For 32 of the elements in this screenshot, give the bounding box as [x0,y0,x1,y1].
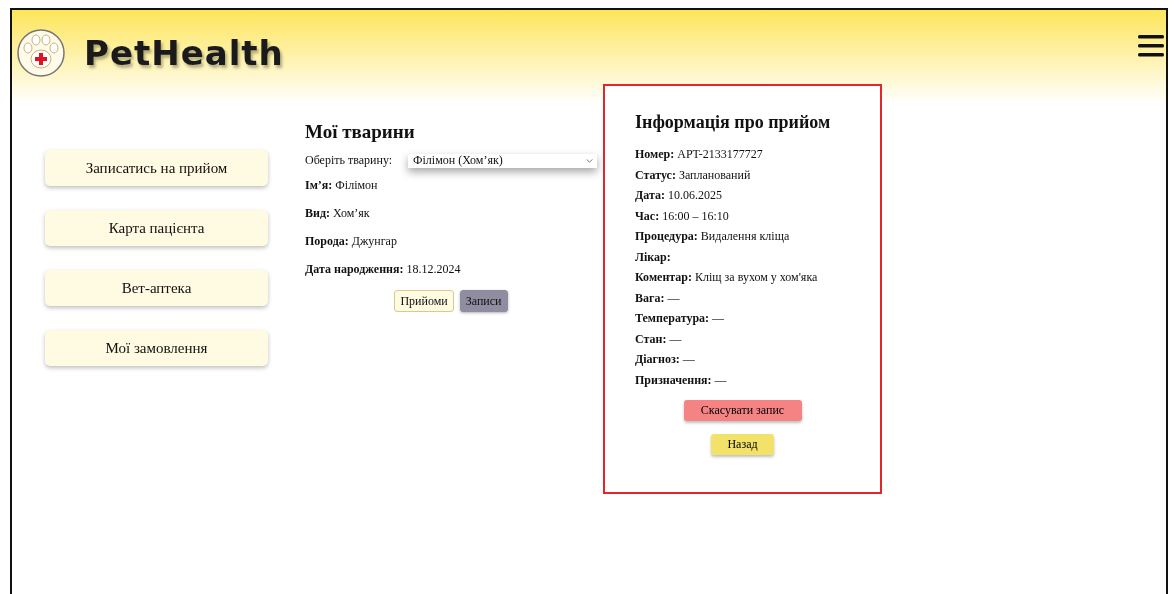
appointment-detail: Коментар: Кліщ за вухом у хом'яка [635,270,819,285]
cancel-button[interactable]: Скасувати запис [683,399,802,421]
appointment-detail: Стан: — [635,331,683,347]
pet-detail: Вид: Хом’як [305,206,371,221]
panel-title: Інформація про прийом [635,112,832,133]
sidebar-button[interactable]: Вет-аптека [45,270,268,306]
pet-detail: Порода: Джунгар [305,234,398,249]
sidebar-button[interactable]: Карта пацієнта [45,210,268,246]
appointment-detail: Час: 16:00 – 16:10 [635,208,730,224]
appointment-detail: Номер: APT-2133177727 [635,147,764,162]
sidebar-button[interactable]: Мої замовлення [45,330,268,366]
tab[interactable]: Прийоми [394,290,454,312]
appointment-detail: Вага: — [635,290,681,306]
logo-text: PetHealth [84,36,284,70]
menu-icon[interactable] [1138,35,1164,57]
pet-detail: Ім’я: Філімон [305,178,379,193]
paw-logo-icon [16,28,66,78]
select-label: Оберіть тварину: [305,153,393,168]
sidebar-button[interactable]: Записатись на прийом [45,150,268,186]
appointment-detail: Дата: 10.06.2025 [635,188,723,203]
appointment-detail: Статус: Запланований [635,167,752,183]
appointment-detail: Температура: — [635,311,726,326]
back-button[interactable]: Назад [711,433,774,455]
chevron-icon [586,158,593,163]
tab[interactable]: Записи [459,290,508,312]
pet-select[interactable]: Філімон (Хом’як) [408,153,597,168]
section-title: Мої тварини [305,121,416,143]
appointment-detail: Призначення: — [635,372,728,388]
appointment-detail: Лікар: [635,249,672,265]
appointment-detail: Процедура: Видалення кліща [635,229,791,244]
appointment-detail: Діагноз: — [635,352,696,367]
pet-detail: Дата народження: 18.12.2024 [305,262,462,277]
